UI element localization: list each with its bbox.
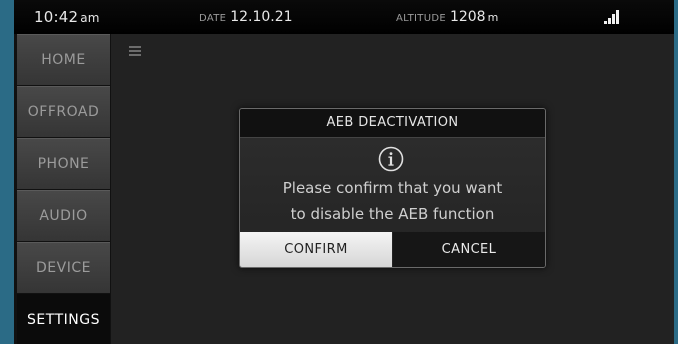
sidebar-item-offroad[interactable]: OFFROAD <box>17 86 110 137</box>
sidebar: HOME OFFROAD PHONE AUDIO DEVICE SETTINGS <box>14 34 111 344</box>
altitude-unit: m <box>487 11 499 24</box>
dialog-message-line-1: Please confirm that you want <box>282 179 503 197</box>
sidebar-item-home[interactable]: HOME <box>17 34 110 85</box>
dialog-button-row: CONFIRM CANCEL <box>240 232 545 267</box>
date-value: 12.10.21 <box>230 9 293 25</box>
dialog-message: Please confirm that you want to disable … <box>240 175 545 227</box>
sidebar-item-audio[interactable]: AUDIO <box>17 190 110 241</box>
clock: 10:42 am <box>34 8 100 26</box>
altitude-label: ALTITUDE <box>396 13 446 24</box>
main-content: AEB DEACTIVATION Please confirm that you… <box>111 34 674 344</box>
dialog-title: AEB DEACTIVATION <box>240 109 545 138</box>
date-label: DATE <box>199 13 227 24</box>
signal-strength-icon <box>604 9 624 24</box>
cancel-button[interactable]: CANCEL <box>393 232 545 267</box>
altitude-readout: ALTITUDE 1208 m <box>396 9 498 25</box>
confirm-button[interactable]: CONFIRM <box>240 232 392 267</box>
clock-time: 10:42 <box>34 8 79 26</box>
status-bar: 10:42 am DATE 12.10.21 ALTITUDE 1208 m <box>14 0 674 35</box>
date-readout: DATE 12.10.21 <box>199 9 293 25</box>
altitude-value: 1208 <box>449 9 486 25</box>
clock-ampm: am <box>80 11 100 25</box>
dialog-message-line-2: to disable the AEB function <box>290 205 495 223</box>
sidebar-item-settings[interactable]: SETTINGS <box>17 294 110 344</box>
aeb-deactivation-dialog: AEB DEACTIVATION Please confirm that you… <box>239 108 546 268</box>
hamburger-menu-icon[interactable] <box>129 46 141 56</box>
sidebar-item-phone[interactable]: PHONE <box>17 138 110 189</box>
sidebar-item-device[interactable]: DEVICE <box>17 242 110 293</box>
info-icon <box>378 146 404 172</box>
screen: 10:42 am DATE 12.10.21 ALTITUDE 1208 m HOME … <box>14 0 674 344</box>
